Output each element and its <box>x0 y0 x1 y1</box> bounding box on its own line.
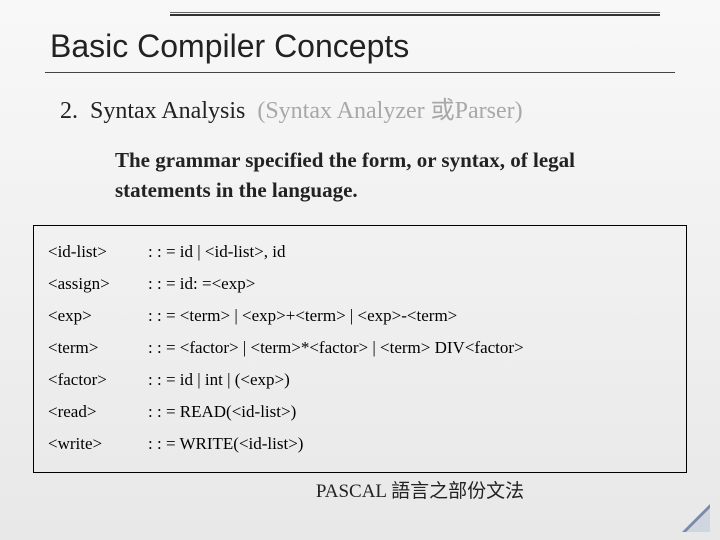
grammar-rhs: : : = WRITE(<id-list>) <box>138 428 672 460</box>
grammar-lhs: <exp> <box>48 300 138 332</box>
subtitle-main: Syntax Analysis <box>90 98 245 124</box>
grammar-row: <id-list>: : = id | <id-list>, id <box>48 236 672 268</box>
grammar-row: <read>: : = READ(<id-list>) <box>48 396 672 428</box>
grammar-rhs: : : = <term> | <exp>+<term> | <exp>-<ter… <box>138 300 672 332</box>
header-rule <box>170 12 660 16</box>
page-corner-decoration <box>678 500 710 532</box>
subtitle-paren: (Syntax Analyzer 或Parser) <box>257 98 522 124</box>
grammar-lhs: <term> <box>48 332 138 364</box>
grammar-row: <exp>: : = <term> | <exp>+<term> | <exp>… <box>48 300 672 332</box>
grammar-rhs: : : = <factor> | <term>*<factor> | <term… <box>138 332 672 364</box>
grammar-row: <assign>: : = id: =<exp> <box>48 268 672 300</box>
grammar-row: <factor>: : = id | int | (<exp>) <box>48 364 672 396</box>
grammar-caption: PASCAL 語言之部份文法 <box>0 476 660 503</box>
grammar-lhs: <write> <box>48 428 138 460</box>
grammar-lhs: <read> <box>48 396 138 428</box>
grammar-lhs: <assign> <box>48 268 138 300</box>
grammar-rhs: : : = id | int | (<exp>) <box>138 364 672 396</box>
grammar-rhs: : : = id: =<exp> <box>138 268 672 300</box>
grammar-table: <id-list>: : = id | <id-list>, id<assign… <box>48 236 672 460</box>
grammar-row: <write>: : = WRITE(<id-list>) <box>48 428 672 460</box>
subtitle-number: 2. <box>60 98 78 124</box>
grammar-box: <id-list>: : = id | <id-list>, id<assign… <box>33 225 687 473</box>
grammar-rhs: : : = id | <id-list>, id <box>138 236 672 268</box>
title-underline <box>45 72 675 73</box>
slide-title: Basic Compiler Concepts <box>50 28 409 65</box>
grammar-row: <term>: : = <factor> | <term>*<factor> |… <box>48 332 672 364</box>
grammar-lhs: <id-list> <box>48 236 138 268</box>
slide-subtitle: 2. Syntax Analysis (Syntax Analyzer 或Par… <box>60 90 523 125</box>
grammar-lhs: <factor> <box>48 364 138 396</box>
grammar-rhs: : : = READ(<id-list>) <box>138 396 672 428</box>
body-paragraph: The grammar specified the form, or synta… <box>115 145 660 206</box>
